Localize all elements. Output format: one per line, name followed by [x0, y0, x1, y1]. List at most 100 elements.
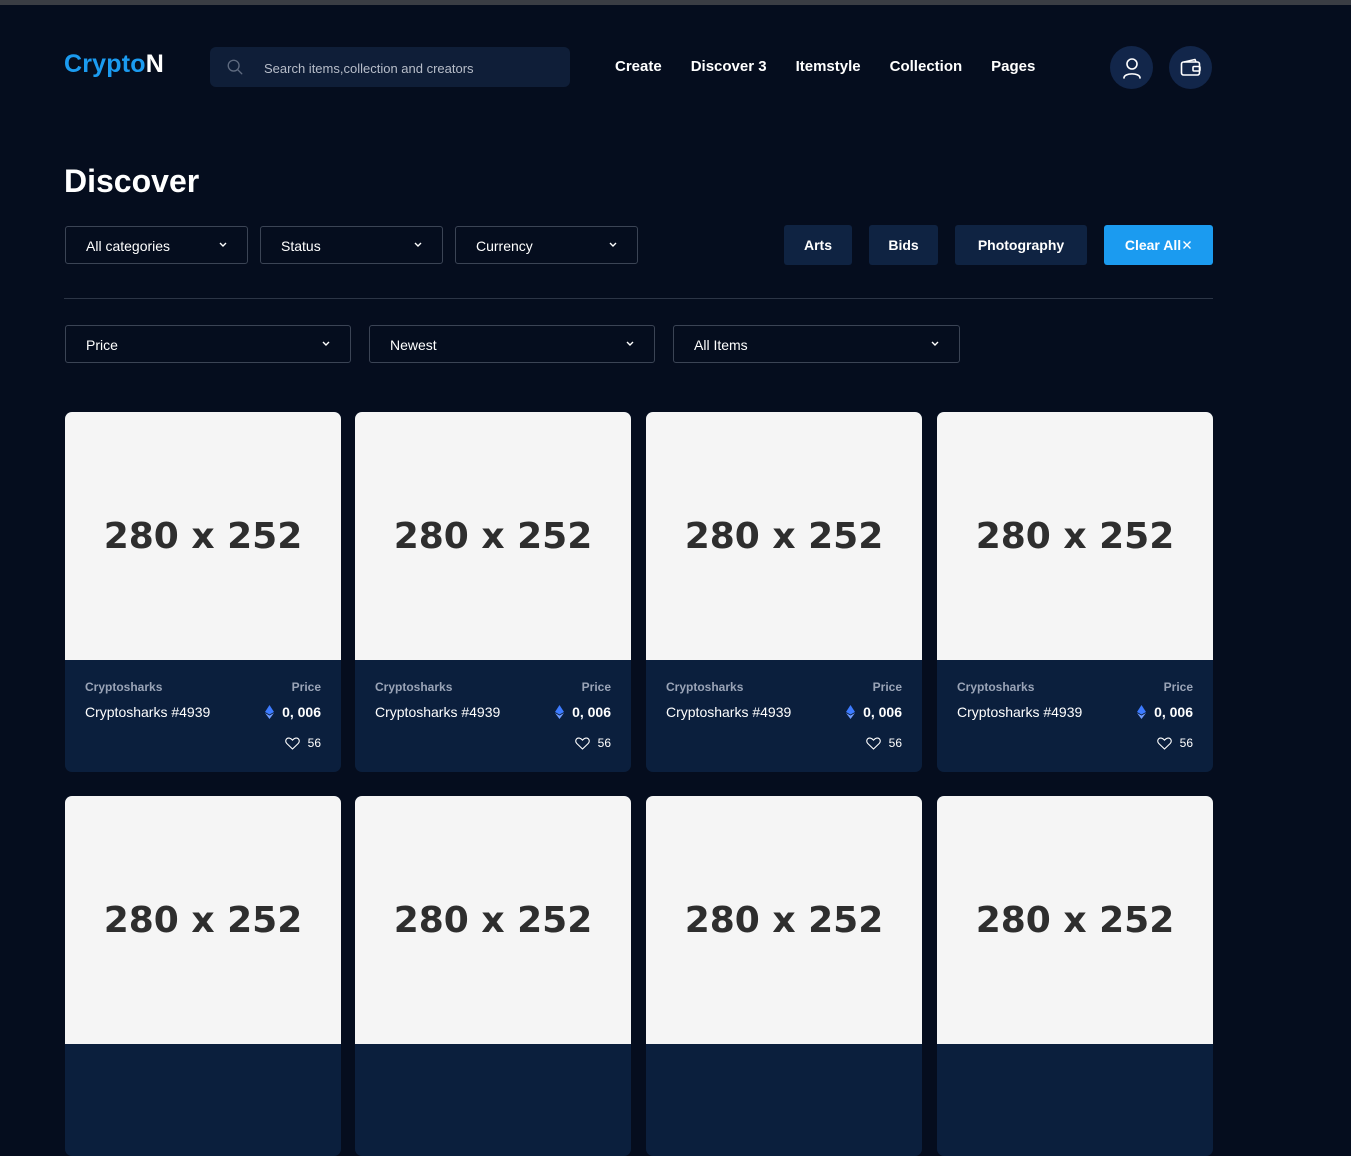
like-button[interactable]: 56 — [284, 736, 321, 750]
nav-create[interactable]: Create — [615, 58, 662, 75]
like-count: 56 — [1179, 736, 1193, 750]
items-filter-label: All Items — [694, 337, 748, 353]
image-size-label: 280 x 252 — [393, 515, 593, 557]
collection-name: Cryptosharks — [957, 680, 1035, 694]
nft-card[interactable]: 280 x 252 — [937, 796, 1213, 1156]
heart-icon — [284, 737, 300, 750]
price-label: Price — [581, 680, 611, 694]
brand-logo-part2: N — [145, 50, 165, 78]
main-nav: Create Discover 3 Itemstyle Collection P… — [615, 58, 1064, 75]
image-size-label: 280 x 252 — [103, 515, 303, 557]
item-price-value: 0, 006 — [282, 704, 321, 720]
category-dropdown[interactable]: All categories — [65, 226, 248, 264]
chevron-down-icon — [414, 242, 422, 247]
nft-card[interactable]: 280 x 252 Cryptosharks Price Cryptoshark… — [646, 412, 922, 772]
price-label: Price — [291, 680, 321, 694]
nav-collection[interactable]: Collection — [890, 58, 963, 75]
nft-card[interactable]: 280 x 252 Cryptosharks Price Cryptoshark… — [65, 412, 341, 772]
item-price: 0, 006 — [555, 704, 611, 720]
search-icon — [227, 59, 243, 75]
filter-pill-bids[interactable]: Bids — [869, 225, 938, 265]
item-price-value: 0, 006 — [572, 704, 611, 720]
item-name: Cryptosharks #4939 — [375, 704, 501, 720]
chevron-down-icon — [219, 242, 227, 247]
page-title: Discover — [64, 163, 200, 199]
chevron-down-icon — [931, 341, 939, 346]
clear-all-label: Clear All — [1124, 237, 1182, 253]
brand-logo[interactable]: CryptoN — [64, 50, 164, 79]
nft-image-placeholder[interactable]: 280 x 252 — [65, 412, 341, 660]
clear-all-button[interactable]: Clear All — [1104, 225, 1213, 265]
currency-dropdown-label: Currency — [476, 238, 533, 254]
filter-pill-arts[interactable]: Arts — [784, 225, 852, 265]
like-button[interactable]: 56 — [865, 736, 902, 750]
like-count: 56 — [597, 736, 611, 750]
image-size-label: 280 x 252 — [684, 515, 884, 557]
item-price-value: 0, 006 — [863, 704, 902, 720]
nft-card[interactable]: 280 x 252 Cryptosharks Price Cryptoshark… — [355, 412, 631, 772]
collection-name: Cryptosharks — [375, 680, 453, 694]
ethereum-icon — [555, 705, 565, 719]
newest-sort-label: Newest — [390, 337, 437, 353]
heart-icon — [1156, 737, 1172, 750]
like-button[interactable]: 56 — [574, 736, 611, 750]
item-name: Cryptosharks #4939 — [666, 704, 792, 720]
newest-sort-dropdown[interactable]: Newest — [369, 325, 655, 363]
ethereum-icon — [265, 705, 275, 719]
nft-image-placeholder[interactable]: 280 x 252 — [937, 796, 1213, 1044]
nft-image-placeholder[interactable]: 280 x 252 — [646, 412, 922, 660]
item-price: 0, 006 — [846, 704, 902, 720]
like-count: 56 — [888, 736, 902, 750]
chevron-down-icon — [322, 341, 330, 346]
site-header: CryptoN Create Discover 3 Itemstyle Coll… — [0, 5, 1351, 125]
collection-name: Cryptosharks — [85, 680, 163, 694]
user-account-button[interactable] — [1110, 46, 1153, 89]
item-price-value: 0, 006 — [1154, 704, 1193, 720]
close-icon — [1183, 241, 1192, 249]
wallet-button[interactable] — [1169, 46, 1212, 89]
nft-image-placeholder[interactable]: 280 x 252 — [355, 412, 631, 660]
item-name: Cryptosharks #4939 — [957, 704, 1083, 720]
heart-icon — [574, 737, 590, 750]
nft-image-placeholder[interactable]: 280 x 252 — [65, 796, 341, 1044]
status-dropdown-label: Status — [281, 238, 321, 254]
image-size-label: 280 x 252 — [103, 899, 303, 941]
like-button[interactable]: 56 — [1156, 736, 1193, 750]
wallet-icon — [1180, 58, 1201, 76]
price-label: Price — [1163, 680, 1193, 694]
price-sort-label: Price — [86, 337, 118, 353]
chevron-down-icon — [626, 341, 634, 346]
user-icon — [1122, 57, 1141, 79]
currency-dropdown[interactable]: Currency — [455, 226, 638, 264]
nav-itemstyle[interactable]: Itemstyle — [796, 58, 861, 75]
brand-logo-part1: Crypto — [64, 50, 146, 78]
ethereum-icon — [846, 705, 856, 719]
price-sort-dropdown[interactable]: Price — [65, 325, 351, 363]
nav-pages[interactable]: Pages — [991, 58, 1035, 75]
image-size-label: 280 x 252 — [975, 899, 1175, 941]
nft-card[interactable]: 280 x 252 — [355, 796, 631, 1156]
price-label: Price — [872, 680, 902, 694]
search-input[interactable] — [262, 47, 556, 89]
image-size-label: 280 x 252 — [393, 899, 593, 941]
ethereum-icon — [1137, 705, 1147, 719]
nft-image-placeholder[interactable]: 280 x 252 — [355, 796, 631, 1044]
filter-divider — [64, 298, 1213, 299]
item-name: Cryptosharks #4939 — [85, 704, 211, 720]
item-price: 0, 006 — [1137, 704, 1193, 720]
filter-pill-photography[interactable]: Photography — [955, 225, 1087, 265]
nft-card[interactable]: 280 x 252 Cryptosharks Price Cryptoshark… — [937, 412, 1213, 772]
category-dropdown-label: All categories — [86, 238, 171, 254]
nft-image-placeholder[interactable]: 280 x 252 — [646, 796, 922, 1044]
chevron-down-icon — [609, 242, 617, 247]
heart-icon — [865, 737, 881, 750]
image-size-label: 280 x 252 — [975, 515, 1175, 557]
items-filter-dropdown[interactable]: All Items — [673, 325, 960, 363]
nav-discover[interactable]: Discover 3 — [691, 58, 767, 75]
like-count: 56 — [307, 736, 321, 750]
item-price: 0, 006 — [265, 704, 321, 720]
nft-card[interactable]: 280 x 252 — [65, 796, 341, 1156]
status-dropdown[interactable]: Status — [260, 226, 443, 264]
nft-image-placeholder[interactable]: 280 x 252 — [937, 412, 1213, 660]
nft-card[interactable]: 280 x 252 — [646, 796, 922, 1156]
